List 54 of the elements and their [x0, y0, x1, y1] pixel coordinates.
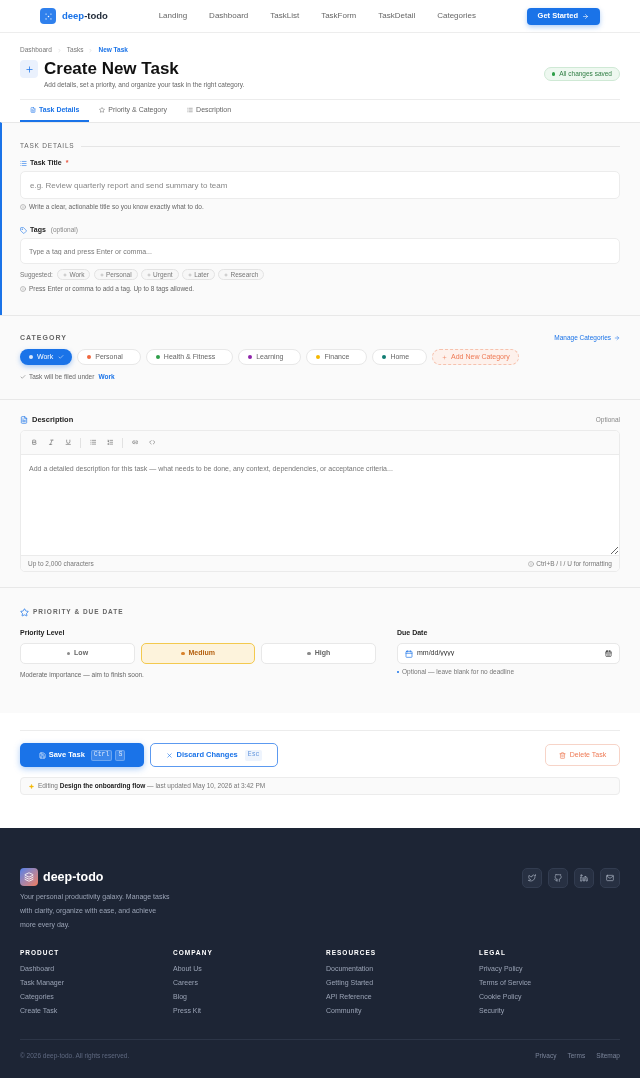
italic-icon [47, 439, 55, 446]
save-icon [38, 751, 46, 759]
underline-icon [64, 439, 72, 446]
nav-link[interactable]: TaskDetail [378, 10, 416, 22]
plus-icon [63, 272, 68, 277]
footer-brand[interactable]: deep-todo [43, 867, 104, 887]
linkedin-link[interactable] [574, 868, 594, 888]
nav-link[interactable]: Dashboard [209, 10, 249, 22]
list-icon [187, 107, 194, 113]
nav-link[interactable]: TaskList [270, 10, 300, 22]
logo-icon [40, 8, 56, 24]
check-icon [20, 374, 26, 380]
plus-icon [99, 272, 104, 277]
page-title: Create New Task [44, 59, 180, 79]
task-title-input[interactable]: e.g. Review quarterly report and send summary to team [20, 171, 620, 199]
nav-link[interactable]: TaskForm [321, 10, 357, 22]
document-icon [30, 107, 36, 113]
twitter-link[interactable] [522, 868, 542, 888]
trash-icon [558, 751, 566, 759]
calendar-icon [405, 649, 413, 658]
linkedin-icon [580, 874, 588, 882]
logo-icon [20, 868, 38, 886]
sparkle-icon [29, 783, 34, 789]
github-icon [554, 874, 562, 882]
nav-link[interactable]: Categories [437, 10, 476, 22]
close-icon [165, 751, 173, 759]
code-icon [148, 439, 156, 446]
tag-icon [20, 226, 27, 234]
logo-text[interactable]: deep-todo [62, 8, 108, 24]
document-icon [20, 416, 28, 424]
info-icon [528, 560, 535, 567]
numbered-list-icon [106, 439, 114, 446]
bullet-list-icon [89, 439, 97, 446]
github-link[interactable] [548, 868, 568, 888]
plus-icon [188, 272, 193, 277]
mail-link[interactable] [600, 868, 620, 888]
star-icon [99, 107, 106, 113]
info-icon [20, 204, 26, 210]
star-icon [20, 607, 29, 617]
twitter-icon [528, 874, 536, 882]
nav-link[interactable]: Landing [158, 10, 188, 22]
arrow-right-icon [582, 12, 589, 20]
bold-icon [30, 439, 38, 446]
plus-icon [224, 272, 229, 277]
arrow-right-icon [614, 335, 620, 341]
list-icon [20, 159, 27, 167]
mail-icon [606, 874, 614, 882]
date-picker-icon[interactable] [605, 650, 612, 657]
plus-icon [442, 354, 448, 360]
info-icon [20, 286, 26, 292]
link-icon [131, 439, 139, 446]
check-icon [58, 354, 65, 360]
plus-icon [147, 272, 152, 277]
plus-icon [20, 60, 38, 78]
